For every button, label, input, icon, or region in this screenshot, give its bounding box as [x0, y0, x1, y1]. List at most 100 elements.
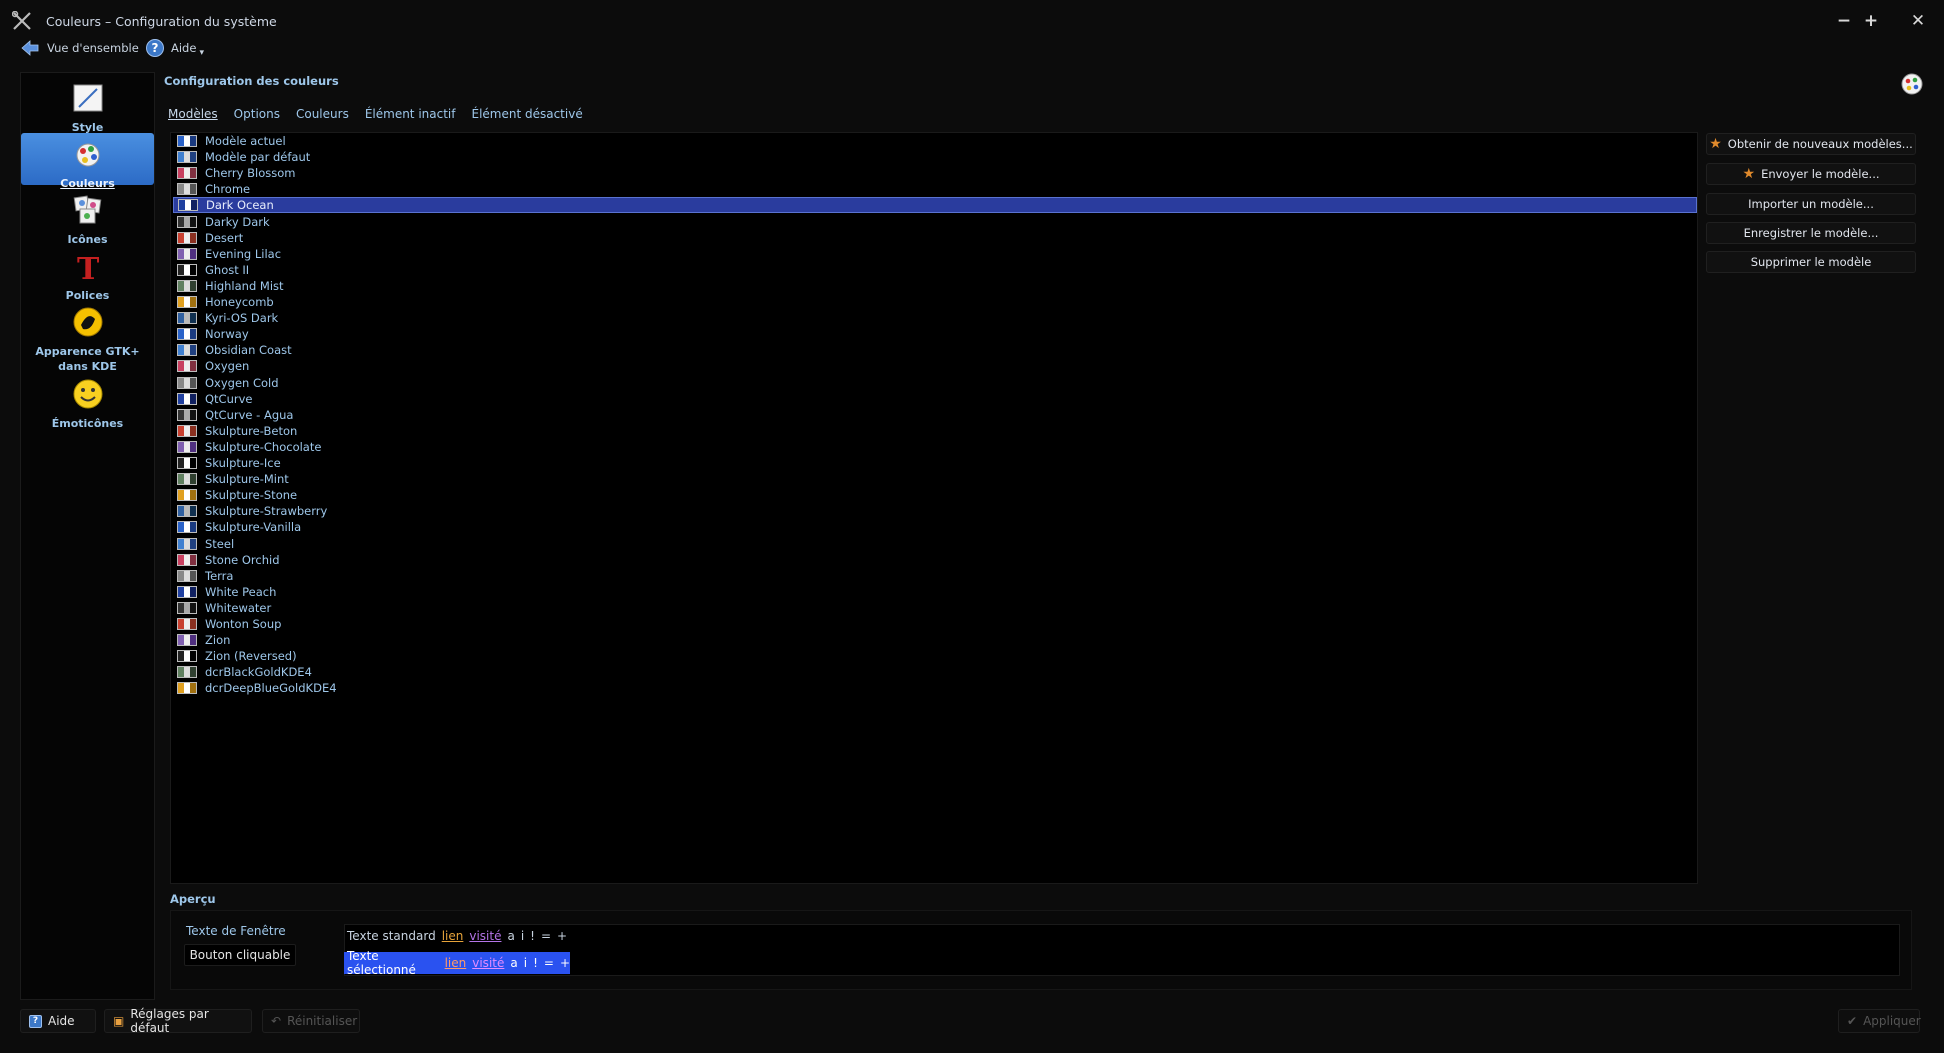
scheme-list-item[interactable]: Obsidian Coast	[173, 342, 1697, 358]
scheme-list-item[interactable]: Darky Dark	[173, 214, 1697, 230]
tab-inactive[interactable]: Élément inactif	[365, 107, 456, 127]
color-scheme-swatch-icon	[177, 360, 197, 373]
check-icon: ✔	[1847, 1014, 1858, 1028]
sidebar-item-emoticons[interactable]: Émoticônes	[21, 373, 154, 430]
scheme-name: Steel	[205, 536, 235, 551]
remove-scheme-button[interactable]: Supprimer le modèle	[1706, 251, 1916, 273]
symbol-sample: =	[543, 956, 554, 970]
scheme-name: Oxygen	[205, 359, 250, 374]
reset-button[interactable]: ↶ Réinitialiser	[262, 1009, 360, 1033]
scheme-list-item[interactable]: Evening Lilac	[173, 246, 1697, 262]
import-scheme-button[interactable]: Importer un modèle...	[1706, 193, 1916, 215]
color-scheme-swatch-icon	[177, 183, 197, 196]
save-scheme-button[interactable]: Enregistrer le modèle...	[1706, 222, 1916, 244]
sidebar-item-style[interactable]: Style	[21, 77, 154, 134]
view-preview	[344, 924, 1900, 976]
scheme-list-item[interactable]: Desert	[173, 230, 1697, 246]
button-label: Supprimer le modèle	[1750, 255, 1872, 269]
scheme-list-item[interactable]: QtCurve - Agua	[173, 407, 1697, 423]
scheme-list-item[interactable]: Ghost II	[173, 262, 1697, 278]
color-scheme-swatch-icon	[177, 167, 197, 180]
sample-button[interactable]: Bouton cliquable	[184, 944, 296, 966]
color-scheme-swatch-icon	[177, 344, 197, 357]
sidebar-item-label: Apparence GTK+ dans KDE	[35, 345, 140, 373]
scheme-list-item[interactable]: QtCurve	[173, 391, 1697, 407]
symbol-sample: !	[533, 956, 538, 970]
scheme-name: Terra	[205, 568, 234, 583]
scheme-name: Skulpture-Vanilla	[205, 520, 302, 535]
color-scheme-swatch-icon	[177, 408, 197, 421]
scheme-list-item[interactable]: Zion (Reversed)	[173, 648, 1697, 664]
scheme-list-item[interactable]: dcrDeepBlueGoldKDE4	[173, 680, 1697, 696]
help-button[interactable]: ? Aide	[20, 1009, 96, 1033]
scheme-list-item[interactable]: Terra	[173, 568, 1697, 584]
sidebar-item-colors[interactable]: Couleurs	[21, 133, 154, 190]
scheme-name: Skulpture-Stone	[205, 488, 298, 503]
sidebar-item-fonts[interactable]: T Polices	[21, 245, 154, 302]
color-scheme-swatch-icon	[177, 247, 197, 260]
button-label: Importer un modèle...	[1748, 197, 1874, 211]
sidebar-item-gtk[interactable]: Apparence GTK+ dans KDE	[21, 301, 154, 373]
scheme-list-item[interactable]: Norway	[173, 326, 1697, 342]
sidebar-item-icons[interactable]: Icônes	[21, 189, 154, 246]
help-menu-button[interactable]: ? Aide ▾	[146, 36, 204, 60]
scheme-list-item[interactable]: Oxygen	[173, 358, 1697, 374]
scheme-list-item[interactable]: Stone Orchid	[173, 552, 1697, 568]
scheme-list-item[interactable]: Dark Ocean	[173, 197, 1697, 214]
overview-button[interactable]: Vue d'ensemble	[20, 36, 139, 60]
scheme-list-item[interactable]: Oxygen Cold	[173, 375, 1697, 391]
upload-scheme-button[interactable]: ★ Envoyer le modèle...	[1706, 163, 1916, 185]
scheme-list-item[interactable]: Skulpture-Stone	[173, 487, 1697, 503]
scheme-list-item[interactable]: Chrome	[173, 181, 1697, 197]
scheme-list-item[interactable]: White Peach	[173, 584, 1697, 600]
apply-button[interactable]: ✔ Appliquer	[1838, 1009, 1921, 1033]
scheme-list-item[interactable]: Skulpture-Vanilla	[173, 519, 1697, 535]
scheme-list-item[interactable]: Honeycomb	[173, 294, 1697, 310]
color-scheme-swatch-icon	[177, 505, 197, 518]
scheme-list-item[interactable]: Modèle par défaut	[173, 149, 1697, 165]
scheme-list-item[interactable]: Steel	[173, 536, 1697, 552]
tab-schemes[interactable]: Modèles	[168, 107, 218, 127]
scheme-list-item[interactable]: Zion	[173, 632, 1697, 648]
scheme-list-item[interactable]: Skulpture-Mint	[173, 471, 1697, 487]
scheme-name: Kyri-OS Dark	[205, 311, 279, 326]
color-scheme-swatch-icon	[177, 537, 197, 550]
tab-disabled[interactable]: Élément désactivé	[471, 107, 582, 127]
close-button[interactable]: ✕	[1909, 12, 1927, 30]
scheme-list-item[interactable]: Modèle actuel	[173, 133, 1697, 149]
button-label: Réinitialiser	[287, 1014, 358, 1028]
color-scheme-swatch-icon	[178, 199, 198, 212]
get-new-schemes-button[interactable]: ★ Obtenir de nouveaux modèles...	[1706, 133, 1916, 155]
button-label: Enregistrer le modèle...	[1743, 226, 1879, 240]
maximize-button[interactable]: +	[1862, 12, 1880, 30]
tab-colors[interactable]: Couleurs	[296, 107, 349, 127]
minimize-button[interactable]: −	[1835, 12, 1853, 30]
button-label: Envoyer le modèle...	[1761, 167, 1880, 181]
scheme-list-item[interactable]: Skulpture-Ice	[173, 455, 1697, 471]
defaults-button[interactable]: ▣ Réglages par défaut	[104, 1007, 252, 1035]
scheme-list-item[interactable]: Skulpture-Strawberry	[173, 503, 1697, 519]
scheme-list-item[interactable]: Highland Mist	[173, 278, 1697, 294]
symbol-sample: +	[559, 956, 570, 970]
color-scheme-swatch-icon	[177, 279, 197, 292]
color-scheme-swatch-icon	[177, 135, 197, 147]
window-title: Couleurs – Configuration du système	[46, 14, 277, 29]
scheme-name: White Peach	[205, 584, 277, 599]
scheme-list-item[interactable]: Whitewater	[173, 600, 1697, 616]
scheme-name: Skulpture-Ice	[205, 456, 281, 470]
scheme-list[interactable]: Modèle actuel Modèle par défaut Cherry Blo…	[170, 132, 1698, 884]
color-scheme-swatch-icon	[177, 682, 197, 695]
color-scheme-swatch-icon	[177, 553, 197, 566]
tab-options[interactable]: Options	[234, 107, 280, 127]
scheme-name: Wonton Soup	[205, 617, 282, 631]
scheme-name: dcrBlackGoldKDE4	[205, 665, 312, 680]
scheme-list-item[interactable]: Skulpture-Chocolate	[173, 439, 1697, 455]
scheme-list-item[interactable]: Kyri-OS Dark	[173, 310, 1697, 326]
scheme-list-item[interactable]: Wonton Soup	[173, 616, 1697, 632]
color-scheme-swatch-icon	[177, 521, 197, 534]
scheme-list-item[interactable]: dcrBlackGoldKDE4	[173, 664, 1697, 680]
sidebar: Style Couleurs Icônes T Polices Apparenc…	[20, 72, 155, 1000]
scheme-list-item[interactable]: Skulpture-Beton	[173, 423, 1697, 439]
help-icon: ?	[29, 1014, 42, 1028]
scheme-list-item[interactable]: Cherry Blossom	[173, 165, 1697, 181]
